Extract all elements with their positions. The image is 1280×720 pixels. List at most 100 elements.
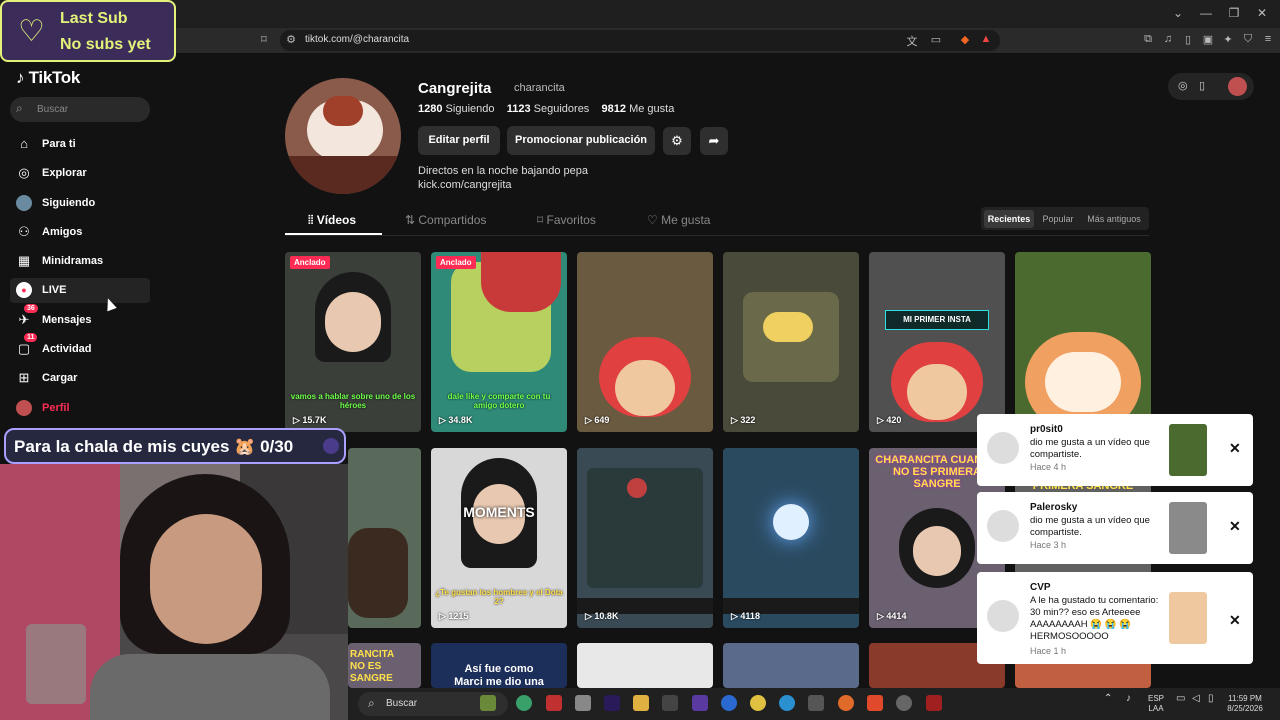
obs-icon[interactable] [896,695,912,711]
video-thumbnail[interactable]: MI PRIMER INSTA ▷ 420 [869,252,1005,432]
minimize-icon[interactable]: — [1192,6,1220,20]
share-icon[interactable]: ➦ [700,127,728,155]
notification-thumbnail[interactable] [1169,502,1207,554]
volume-icon[interactable]: ◁ [1192,694,1200,704]
music-icon[interactable]: ♫ [1160,33,1176,45]
sidebar-item-cargar[interactable]: ⊞ Cargar [10,366,150,391]
sidebar-toggle-icon[interactable]: ▯ [1180,33,1196,46]
sidebar-item-minidramas[interactable]: ▦ Minidramas [10,249,150,274]
tab-videos[interactable]: ⦙⦙ Vídeos [308,213,356,228]
menu-icon[interactable]: ≡ [1260,33,1276,45]
chevron-up-icon[interactable]: ⌃ [1104,694,1112,704]
video-thumbnail[interactable]: ▷ 649 [577,252,713,432]
edge-icon[interactable] [779,695,795,711]
device-icon[interactable]: ▯ [1199,79,1205,92]
firefox-icon[interactable] [838,695,854,711]
brave-icon[interactable] [867,695,883,711]
brave-shield-icon[interactable]: ◆ [957,33,973,46]
dota-icon[interactable] [546,695,562,711]
video-thumbnail[interactable]: ▷ 322 [723,252,859,432]
followers-label[interactable]: Seguidores [534,103,590,115]
tab-compartidos[interactable]: ⇅ Compartidos [405,213,486,227]
wallet-icon[interactable]: ▣ [1200,33,1216,46]
network-icon[interactable]: ▭ [1176,694,1185,704]
notification-card[interactable]: pr0sit0 dio me gusta a un vídeo que comp… [977,414,1253,486]
chevron-down-icon[interactable]: ⌄ [1164,6,1192,20]
sidebar-item-amigos[interactable]: ⚇ Amigos [10,220,150,245]
tab-me-gusta[interactable]: ♡ Me gusta [647,213,710,227]
profile-link[interactable]: kick.com/cangrejita [418,179,512,191]
sort-popular[interactable]: Popular [1037,210,1079,228]
sidebar-item-label: Minidramas [42,255,104,267]
sidebar-item-explorar[interactable]: ◎ Explorar [10,161,150,186]
close-icon[interactable]: ✕ [1229,612,1241,629]
video-thumbnail[interactable]: Así fue como Marci me dio una [431,643,567,688]
app-icon[interactable] [808,695,824,711]
tab-favoritos[interactable]: ⌑ Favoritos [537,213,596,227]
widget-icon[interactable] [480,695,496,711]
app-icon[interactable] [516,695,532,711]
notification-card[interactable]: CVP A le ha gustado tu comentario: 30 mi… [977,572,1253,664]
bookmark-icon[interactable]: ⌑ [256,33,272,46]
followers-count[interactable]: 1123 [507,103,531,115]
tiktok-logo[interactable]: ♪ TikTok [16,68,80,88]
coins-icon[interactable]: ◎ [1178,79,1188,92]
battery-icon[interactable]: ▯ [1208,694,1214,704]
site-info-icon[interactable]: ⚙ [283,33,299,46]
video-thumbnail[interactable] [723,643,859,688]
profile-bio: Directos en la noche bajando pepa [418,165,589,177]
extensions-icon[interactable]: ⧉ [1140,33,1156,46]
sidebar-item-perfil[interactable]: Perfil [10,396,150,421]
clock[interactable]: 11:59 PM 8/25/2026 [1222,694,1268,714]
app-icon[interactable] [662,695,678,711]
pinned-badge: Anclado [436,256,476,269]
close-icon[interactable]: ✕ [1229,518,1241,535]
video-thumbnail[interactable]: Anclado vamos a hablar sobre uno de los … [285,252,421,432]
restore-icon[interactable]: ❐ [1220,6,1248,20]
translate-icon[interactable]: 文 [904,33,920,49]
promote-post-button[interactable]: Promocionar publicación [507,126,655,155]
video-thumbnail[interactable]: Anclado dale like y comparte con tu amig… [431,252,567,432]
following-count[interactable]: 1280 [418,103,442,115]
profile-avatar[interactable] [285,78,401,194]
video-thumbnail[interactable]: RANCITA NO ES SANGRE [348,643,421,688]
notification-thumbnail[interactable] [1169,592,1207,644]
sort-recientes[interactable]: Recientes [984,210,1034,228]
video-thumbnail[interactable]: ▷ 4118 [723,448,859,628]
leo-ai-icon[interactable]: ✦ [1220,33,1236,46]
video-thumbnail[interactable] [577,643,713,688]
sidebar-item-actividad[interactable]: ▢ 11 Actividad [10,333,150,362]
notification-card[interactable]: Palerosky dio me gusta a un vídeo que co… [977,492,1253,564]
notification-thumbnail[interactable] [1169,424,1207,476]
video-thumbnail[interactable] [1015,252,1151,432]
search-input[interactable] [10,97,150,122]
after-effects-icon[interactable] [604,695,620,711]
following-label[interactable]: Siguiendo [446,103,495,115]
language-indicator[interactable]: ESP LAA [1146,694,1166,714]
close-icon[interactable]: ✕ [1229,440,1241,457]
friends-icon: ⚇ [18,224,30,239]
edit-profile-button[interactable]: Editar perfil [418,126,500,155]
close-window-icon[interactable]: ✕ [1248,6,1276,20]
file-explorer-icon[interactable] [633,695,649,711]
app-icon[interactable] [721,695,737,711]
vpn-icon[interactable]: ⛉ [1240,33,1256,46]
sidebar-item-live[interactable]: ● LIVE [10,278,150,303]
microphone-icon[interactable]: ♪ [1126,694,1131,704]
sidebar-item-siguiendo[interactable]: Siguiendo [10,191,150,216]
app-icon[interactable] [692,695,708,711]
video-thumbnail[interactable]: MOMENTS ¿Te gustan los hombres y el Dota… [431,448,567,628]
sidebar-item-mensajes[interactable]: ✈ 36 Mensajes [10,304,150,333]
user-avatar-icon[interactable] [1228,77,1247,96]
app-icon[interactable] [575,695,591,711]
sidebar-item-para-ti[interactable]: ⌂ Para ti [10,132,150,157]
chrome-icon[interactable] [750,695,766,711]
notification-time: Hace 1 h [1030,646,1067,656]
settings-icon[interactable]: ⚙ [663,127,691,155]
cast-icon[interactable]: ▭ [928,33,944,46]
app-icon[interactable] [926,695,942,711]
rewards-icon[interactable]: ▲ [978,33,994,45]
video-thumbnail[interactable]: ▷ 10.8K [577,448,713,628]
video-thumbnail[interactable] [348,448,421,628]
sort-mas-antiguos[interactable]: Más antiguos [1082,210,1146,228]
